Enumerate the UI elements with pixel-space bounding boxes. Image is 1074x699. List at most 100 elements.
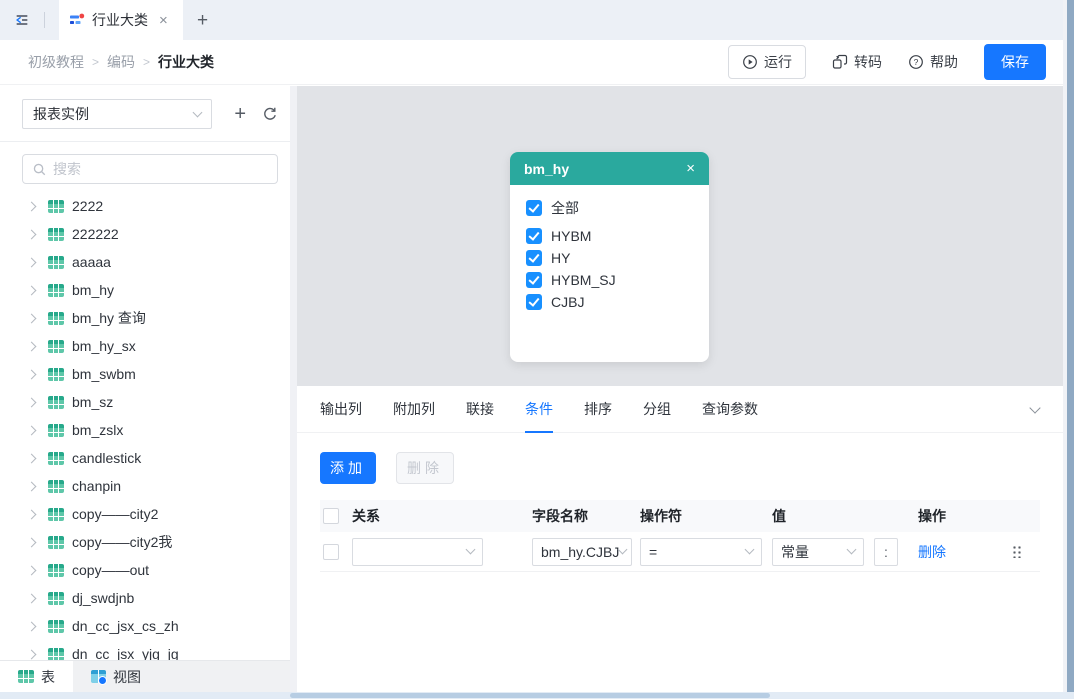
chevron-right-icon[interactable] [27, 397, 37, 407]
tree-item[interactable]: bm_hy [0, 276, 290, 304]
add-instance-button[interactable]: + [234, 104, 246, 124]
vertical-scrollbar[interactable] [1067, 0, 1074, 699]
field-label: HY [551, 250, 570, 266]
table-icon [48, 508, 64, 521]
horizontal-scrollbar-thumb[interactable] [290, 693, 770, 698]
select-all-checkbox[interactable] [323, 508, 339, 524]
chevron-right-icon[interactable] [27, 593, 37, 603]
save-button[interactable]: 保存 [984, 44, 1046, 80]
checkbox-checked[interactable] [526, 228, 542, 244]
field-row[interactable]: HY [526, 247, 693, 269]
sidebar-footer-tabs: 表 视图 [0, 660, 290, 692]
horizontal-scrollbar[interactable] [0, 692, 1074, 699]
tree-item[interactable]: chanpin [0, 472, 290, 500]
chevron-right-icon[interactable] [27, 285, 37, 295]
refresh-button[interactable] [262, 106, 278, 122]
transcode-icon [832, 54, 848, 70]
tree-item-label: bm_hy_sx [72, 338, 136, 354]
chevron-right-icon[interactable] [27, 537, 37, 547]
tab-views[interactable]: 视图 [73, 661, 159, 692]
query-design-canvas[interactable]: bm_hy × 全部 HYBM HY HYBM_SJ [297, 86, 1063, 386]
table-card-bm-hy[interactable]: bm_hy × 全部 HYBM HY HYBM_SJ [510, 152, 709, 362]
chevron-right-icon[interactable] [27, 425, 37, 435]
row-checkbox[interactable] [323, 544, 339, 560]
chevron-down-icon [618, 545, 628, 555]
tree-item[interactable]: 2222 [0, 192, 290, 220]
tree-item[interactable]: bm_sz [0, 388, 290, 416]
run-label: 运行 [764, 52, 792, 72]
chevron-right-icon[interactable] [27, 257, 37, 267]
chevron-right-icon[interactable] [27, 565, 37, 575]
close-icon[interactable]: × [686, 160, 695, 177]
chevron-right-icon[interactable] [27, 621, 37, 631]
tree-item[interactable]: bm_hy 查询 [0, 304, 290, 332]
tree-item[interactable]: bm_zslx [0, 416, 290, 444]
tree-item-label: aaaaa [72, 254, 111, 270]
param-toggle-button[interactable]: : [874, 538, 898, 566]
tree-item[interactable]: candlestick [0, 444, 290, 472]
tree-item-label: bm_swbm [72, 366, 136, 382]
chevron-right-icon[interactable] [27, 229, 37, 239]
relation-select[interactable] [352, 538, 483, 566]
value-type-select[interactable]: 常量 [772, 538, 864, 566]
delete-row-link[interactable]: 删除 [918, 542, 946, 562]
instance-type-select[interactable]: 报表实例 [22, 99, 212, 129]
run-button[interactable]: 运行 [728, 45, 806, 79]
tree-item[interactable]: dn_cc_jsx_cs_zh [0, 612, 290, 640]
tree-item[interactable]: copy——out [0, 556, 290, 584]
checkbox-checked[interactable] [526, 294, 542, 310]
field-row[interactable]: CJBJ [526, 291, 693, 313]
chevron-right-icon[interactable] [27, 313, 37, 323]
tab-output-columns[interactable]: 输出列 [320, 386, 362, 433]
table-icon [48, 200, 64, 213]
tab-query-params[interactable]: 查询参数 [702, 386, 758, 433]
field-row[interactable]: HYBM_SJ [526, 269, 693, 291]
chevron-right-icon[interactable] [27, 453, 37, 463]
tree-item[interactable]: bm_swbm [0, 360, 290, 388]
document-tab[interactable]: 行业大类 × [59, 0, 183, 40]
tab-tables[interactable]: 表 [0, 661, 73, 692]
table-card-header[interactable]: bm_hy × [510, 152, 709, 185]
breadcrumb-item[interactable]: 初级教程 [28, 52, 84, 72]
tab-joins[interactable]: 联接 [466, 386, 494, 433]
field-select[interactable]: bm_hy.CJBJ [532, 538, 632, 566]
field-row[interactable]: 全部 [526, 197, 693, 219]
search-box[interactable] [22, 154, 278, 184]
tree-item[interactable]: copy——city2我 [0, 528, 290, 556]
tree-item[interactable]: copy——city2 [0, 500, 290, 528]
drag-handle-icon[interactable] [1012, 545, 1021, 558]
tree-item[interactable]: 222222 [0, 220, 290, 248]
new-tab-button[interactable]: + [197, 11, 208, 30]
checkbox-checked[interactable] [526, 200, 542, 216]
tree-item[interactable]: bm_hy_sx [0, 332, 290, 360]
operator-select[interactable]: = [640, 538, 762, 566]
chevron-right-icon[interactable] [27, 649, 37, 659]
delete-condition-button[interactable]: 删除 [396, 452, 454, 484]
tree-item[interactable]: dj_swdjnb [0, 584, 290, 612]
tab-grouping[interactable]: 分组 [643, 386, 671, 433]
tab-conditions[interactable]: 条件 [525, 386, 553, 433]
chevron-right-icon[interactable] [27, 481, 37, 491]
breadcrumb-item[interactable]: 编码 [107, 52, 135, 72]
tree-item-label: 2222 [72, 198, 103, 214]
field-row[interactable]: HYBM [526, 225, 693, 247]
refresh-icon [262, 106, 278, 122]
chevron-right-icon[interactable] [27, 341, 37, 351]
help-button[interactable]: ? 帮助 [908, 52, 958, 72]
search-input[interactable] [53, 161, 253, 177]
chevron-right-icon[interactable] [27, 369, 37, 379]
tab-sorting[interactable]: 排序 [584, 386, 612, 433]
add-condition-button[interactable]: 添加 [320, 452, 376, 484]
chevron-right-icon[interactable] [27, 201, 37, 211]
checkbox-checked[interactable] [526, 272, 542, 288]
collapse-panel-icon[interactable] [1029, 402, 1040, 413]
collapse-sidebar-button[interactable] [0, 0, 44, 40]
chevron-right-icon[interactable] [27, 509, 37, 519]
transcode-button[interactable]: 转码 [832, 52, 882, 72]
checkbox-checked[interactable] [526, 250, 542, 266]
tab-close-icon[interactable]: × [159, 12, 168, 29]
tree-item-label: dj_swdjnb [72, 590, 134, 606]
tab-additional-columns[interactable]: 附加列 [393, 386, 435, 433]
field-value: bm_hy.CJBJ [541, 544, 619, 560]
tree-item[interactable]: aaaaa [0, 248, 290, 276]
